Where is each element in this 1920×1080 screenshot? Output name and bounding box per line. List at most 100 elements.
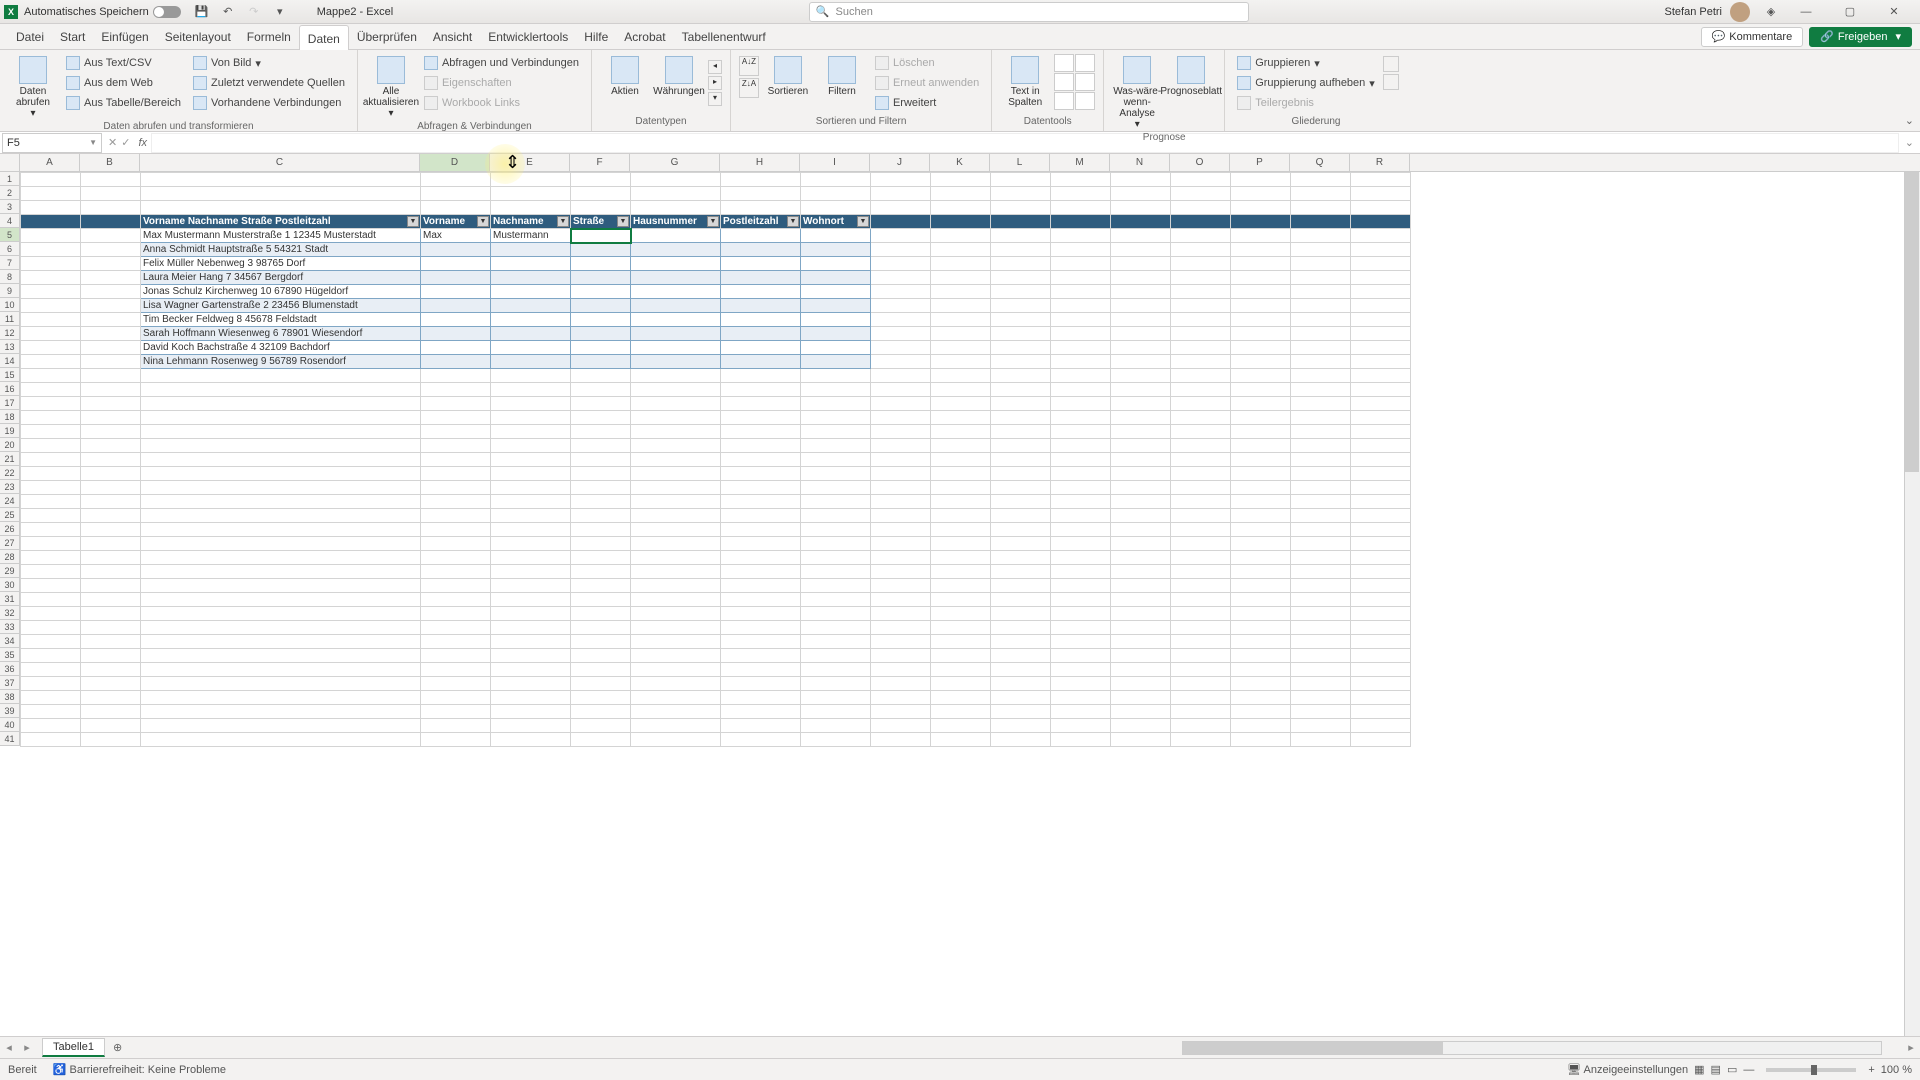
cell[interactable] xyxy=(21,201,81,215)
cell[interactable] xyxy=(991,579,1051,593)
cell[interactable] xyxy=(991,495,1051,509)
cell[interactable] xyxy=(421,579,491,593)
col-header-b[interactable]: B xyxy=(80,154,140,171)
cell[interactable] xyxy=(1351,187,1411,201)
cell[interactable] xyxy=(421,327,491,341)
cell[interactable] xyxy=(1051,229,1111,243)
cell[interactable] xyxy=(1351,313,1411,327)
row-header[interactable]: 37 xyxy=(0,676,20,690)
cell[interactable] xyxy=(21,173,81,187)
cell[interactable] xyxy=(491,467,571,481)
cell[interactable] xyxy=(721,355,801,369)
row-header[interactable]: 13 xyxy=(0,340,20,354)
cell[interactable] xyxy=(1231,467,1291,481)
cell[interactable] xyxy=(721,229,801,243)
was-waere-wenn-button[interactable]: Was-wäre-wenn-Analyse ▾ xyxy=(1112,52,1162,130)
cell[interactable] xyxy=(1351,481,1411,495)
cell[interactable] xyxy=(1111,607,1171,621)
cell[interactable] xyxy=(21,621,81,635)
remove-duplicates-icon[interactable] xyxy=(1075,54,1095,72)
cell[interactable] xyxy=(1051,523,1111,537)
cell[interactable] xyxy=(571,663,631,677)
cell[interactable] xyxy=(81,229,141,243)
cell[interactable] xyxy=(141,663,421,677)
cell[interactable] xyxy=(631,299,721,313)
cell[interactable] xyxy=(1051,201,1111,215)
cell[interactable] xyxy=(421,607,491,621)
cell[interactable] xyxy=(931,299,991,313)
cell[interactable] xyxy=(1291,565,1351,579)
cell[interactable] xyxy=(991,285,1051,299)
row-header[interactable]: 35 xyxy=(0,648,20,662)
daten-abrufen-button[interactable]: Daten abrufen ▾ xyxy=(8,52,58,119)
cell[interactable] xyxy=(21,677,81,691)
cell[interactable] xyxy=(801,397,871,411)
cell[interactable] xyxy=(931,607,991,621)
col-header-i[interactable]: I xyxy=(800,154,870,171)
cell[interactable] xyxy=(81,439,141,453)
row-header[interactable]: 38 xyxy=(0,690,20,704)
cell[interactable] xyxy=(491,677,571,691)
cell[interactable] xyxy=(991,355,1051,369)
cell[interactable] xyxy=(21,439,81,453)
cell[interactable] xyxy=(801,439,871,453)
cell[interactable] xyxy=(81,285,141,299)
cell[interactable] xyxy=(631,649,721,663)
cell[interactable] xyxy=(421,201,491,215)
cell[interactable] xyxy=(1231,705,1291,719)
cell[interactable] xyxy=(491,691,571,705)
cell[interactable] xyxy=(931,691,991,705)
cell[interactable] xyxy=(721,537,801,551)
cell[interactable] xyxy=(421,453,491,467)
cell[interactable] xyxy=(141,551,421,565)
cell[interactable] xyxy=(631,341,721,355)
cell[interactable] xyxy=(1171,481,1231,495)
cell[interactable] xyxy=(721,509,801,523)
row-header[interactable]: 31 xyxy=(0,592,20,606)
cell[interactable] xyxy=(491,397,571,411)
cell[interactable] xyxy=(21,411,81,425)
cell[interactable] xyxy=(991,677,1051,691)
cell[interactable] xyxy=(721,495,801,509)
cell[interactable] xyxy=(141,397,421,411)
row-header[interactable]: 5 xyxy=(0,228,20,242)
row-header[interactable]: 41 xyxy=(0,732,20,746)
cell[interactable] xyxy=(421,243,491,257)
spreadsheet-grid[interactable]: A B C D E F G H I J K L M N O P Q R 1234… xyxy=(0,154,1920,1036)
cell[interactable] xyxy=(1111,173,1171,187)
cell[interactable] xyxy=(991,691,1051,705)
comments-button[interactable]: 💬 Kommentare xyxy=(1701,27,1804,47)
cell[interactable] xyxy=(421,341,491,355)
cell[interactable] xyxy=(21,355,81,369)
cell[interactable] xyxy=(1111,425,1171,439)
cell[interactable]: Anna Schmidt Hauptstraße 5 54321 Stadt xyxy=(141,243,421,257)
cell[interactable] xyxy=(931,257,991,271)
cell[interactable] xyxy=(1171,425,1231,439)
cell[interactable] xyxy=(1231,677,1291,691)
cell[interactable] xyxy=(1051,705,1111,719)
cell[interactable] xyxy=(1051,187,1111,201)
row-header[interactable]: 8 xyxy=(0,270,20,284)
cell[interactable] xyxy=(1111,355,1171,369)
cell[interactable] xyxy=(721,453,801,467)
cell[interactable] xyxy=(631,201,721,215)
cell[interactable] xyxy=(991,229,1051,243)
cell[interactable] xyxy=(801,201,871,215)
cell[interactable] xyxy=(1231,187,1291,201)
cell[interactable] xyxy=(81,481,141,495)
col-header-g[interactable]: G xyxy=(630,154,720,171)
cell[interactable] xyxy=(871,411,931,425)
cell[interactable] xyxy=(1231,201,1291,215)
row-header[interactable]: 26 xyxy=(0,522,20,536)
cell[interactable] xyxy=(1051,649,1111,663)
col-header-q[interactable]: Q xyxy=(1290,154,1350,171)
cell[interactable] xyxy=(1231,229,1291,243)
cell[interactable] xyxy=(931,635,991,649)
cell[interactable] xyxy=(571,733,631,747)
filter-button[interactable]: ▼ xyxy=(707,216,719,227)
cell[interactable] xyxy=(871,187,931,201)
cell[interactable] xyxy=(871,215,931,229)
cell[interactable] xyxy=(1231,733,1291,747)
cell[interactable] xyxy=(421,677,491,691)
cell[interactable] xyxy=(721,593,801,607)
